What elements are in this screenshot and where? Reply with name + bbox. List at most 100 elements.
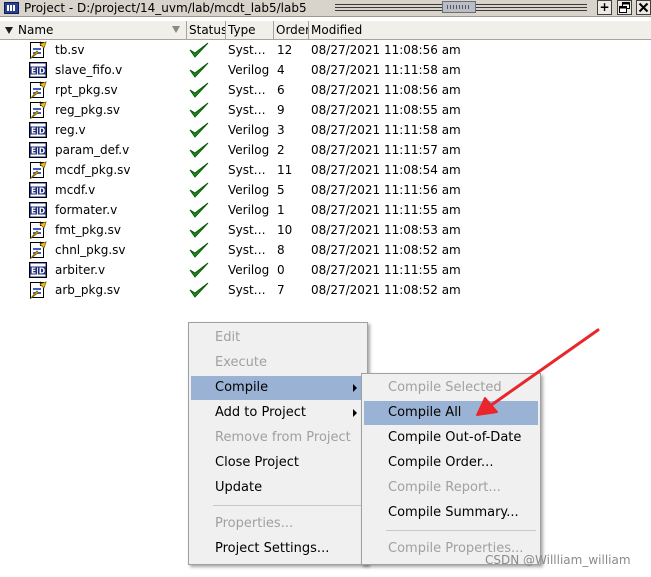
file-name: arb_pkg.sv — [55, 283, 121, 297]
file-row[interactable]: arb_pkg.sv Syst… 7 08/27/2021 11:08:52 am — [0, 280, 651, 300]
menu-item-label: Remove from Project — [215, 430, 351, 445]
file-row[interactable]: E|D reg.v Verilog 3 08/27/2021 11:11:58 am — [0, 120, 651, 140]
modified-date: 08/27/2021 11:11:55 am — [311, 203, 461, 217]
compile-success-check-icon — [188, 221, 210, 239]
column-type-header[interactable]: Type — [226, 21, 274, 39]
menu-item-label: Compile Selected — [388, 380, 502, 395]
systemverilog-file-icon — [27, 81, 49, 100]
file-row[interactable]: E|D formater.v Verilog 1 08/27/2021 11:11:55… — [0, 200, 651, 220]
compile-submenu: Compile Selected Compile All Compile Out-o… — [361, 373, 541, 565]
verilog-file-icon: E|D — [27, 141, 49, 159]
close-window-button[interactable] — [636, 0, 651, 15]
svg-text:E|D: E|D — [31, 207, 45, 217]
file-type: Syst… — [228, 103, 266, 117]
systemverilog-file-icon — [27, 101, 49, 120]
menu-item-close-project[interactable]: Close Project — [191, 451, 365, 475]
file-row[interactable]: mcdf_pkg.sv Syst… 11 08/27/2021 11:08:54 am — [0, 160, 651, 180]
modified-date: 08/27/2021 11:11:57 am — [311, 143, 461, 157]
menu-item-add-to-project[interactable]: Add to Project — [191, 401, 365, 425]
file-type: Verilog — [228, 63, 270, 77]
modified-date: 08/27/2021 11:08:56 am — [311, 43, 461, 57]
svg-text:E|D: E|D — [31, 147, 45, 157]
file-row[interactable]: reg_pkg.sv Syst… 9 08/27/2021 11:08:55 am — [0, 100, 651, 120]
compile-order: 0 — [277, 263, 285, 277]
column-status-header[interactable]: Status — [187, 21, 226, 39]
compile-order: 12 — [277, 43, 293, 57]
menu-item-label: Project Settings... — [215, 541, 330, 556]
compile-order: 5 — [277, 183, 285, 197]
watermark: CSDN @Willliam_william — [485, 553, 631, 567]
menu-item-compile[interactable]: Compile — [191, 376, 365, 400]
modified-date: 08/27/2021 11:08:52 am — [311, 243, 461, 257]
svg-text:E|D: E|D — [31, 267, 45, 277]
menu-item-project-settings[interactable]: Project Settings... — [191, 537, 365, 561]
compile-success-check-icon — [188, 241, 210, 259]
menu-item-remove-from-project[interactable]: Remove from Project — [191, 426, 365, 450]
column-filter-icon[interactable] — [172, 26, 180, 33]
file-row[interactable]: E|D slave_fifo.v Verilog 4 08/27/2021 11:11:… — [0, 60, 651, 80]
menu-item-label: Add to Project — [215, 405, 306, 420]
modified-date: 08/27/2021 11:08:55 am — [311, 103, 461, 117]
verilog-file-icon: E|D — [27, 61, 49, 79]
menu-item-compile-out-of-date[interactable]: Compile Out-of-Date — [364, 426, 538, 450]
close-icon — [638, 2, 649, 13]
file-row[interactable]: E|D mcdf.v Verilog 5 08/27/2021 11:11:56 am — [0, 180, 651, 200]
file-row[interactable]: tb.sv Syst… 12 08/27/2021 11:08:56 am — [0, 40, 651, 60]
undock-icon — [619, 2, 630, 13]
undock-window-button[interactable] — [617, 0, 632, 15]
menu-item-label: Compile Order... — [388, 455, 494, 470]
modified-date: 08/27/2021 11:11:58 am — [311, 123, 461, 137]
menu-item-execute[interactable]: Execute — [191, 351, 365, 375]
menu-separator — [213, 505, 363, 506]
menu-item-edit[interactable]: Edit — [191, 326, 365, 350]
window-title: Project - D:/project/14_uvm/lab/mcdt_lab… — [24, 1, 307, 15]
file-name: tb.sv — [55, 43, 85, 57]
verilog-file-icon: E|D — [27, 261, 49, 279]
file-name: param_def.v — [55, 143, 130, 157]
menu-item-properties[interactable]: Properties... — [191, 512, 365, 536]
menu-item-compile-selected[interactable]: Compile Selected — [364, 376, 538, 400]
column-name-header[interactable]: Name — [0, 21, 187, 39]
menu-item-update[interactable]: Update — [191, 476, 365, 500]
file-name: chnl_pkg.sv — [55, 243, 126, 257]
file-row[interactable]: chnl_pkg.sv Syst… 8 08/27/2021 11:08:52 am — [0, 240, 651, 260]
compile-order: 4 — [277, 63, 285, 77]
modified-date: 08/27/2021 11:11:55 am — [311, 263, 461, 277]
verilog-file-icon: E|D — [27, 181, 49, 199]
compile-success-check-icon — [188, 261, 210, 279]
compile-success-check-icon — [188, 101, 210, 119]
submenu-arrow-icon — [353, 409, 357, 417]
file-type: Syst… — [228, 163, 266, 177]
menu-item-compile-order[interactable]: Compile Order... — [364, 451, 538, 475]
menu-item-compile-report[interactable]: Compile Report... — [364, 476, 538, 500]
file-name: fmt_pkg.sv — [55, 223, 121, 237]
compile-order: 2 — [277, 143, 285, 157]
sort-descending-icon[interactable] — [5, 27, 13, 34]
file-name: rpt_pkg.sv — [55, 83, 118, 97]
menu-item-label: Compile All — [388, 405, 462, 420]
column-modified-header[interactable]: Modified — [309, 21, 651, 39]
menu-item-compile-summary[interactable]: Compile Summary... — [364, 501, 538, 525]
menu-item-compile-all[interactable]: Compile All — [364, 401, 538, 425]
column-order-header[interactable]: Order — [274, 21, 309, 39]
menu-item-label: Compile Report... — [388, 480, 501, 495]
compile-order: 10 — [277, 223, 293, 237]
file-row[interactable]: fmt_pkg.sv Syst… 10 08/27/2021 11:08:53 am — [0, 220, 651, 240]
file-type: Verilog — [228, 263, 270, 277]
file-name: reg.v — [55, 123, 86, 137]
menu-item-label: Edit — [215, 330, 241, 345]
file-row[interactable]: E|D arbiter.v Verilog 0 08/27/2021 11:11:55 … — [0, 260, 651, 280]
dock-handle-icon[interactable] — [442, 1, 476, 13]
file-row[interactable]: rpt_pkg.sv Syst… 6 08/27/2021 11:08:56 am — [0, 80, 651, 100]
project-context-menu: Edit Execute Compile Add to Project Remove f… — [188, 322, 368, 565]
modified-date: 08/27/2021 11:08:54 am — [311, 163, 461, 177]
compile-success-check-icon — [188, 201, 210, 219]
title-bar-grip[interactable] — [335, 1, 587, 13]
add-window-button[interactable]: + — [597, 0, 612, 15]
systemverilog-file-icon — [27, 241, 49, 260]
svg-text:E|D: E|D — [31, 187, 45, 197]
compile-success-check-icon — [188, 81, 210, 99]
file-name: reg_pkg.sv — [55, 103, 121, 117]
compile-success-check-icon — [188, 41, 210, 59]
file-row[interactable]: E|D param_def.v Verilog 2 08/27/2021 11:11:5… — [0, 140, 651, 160]
